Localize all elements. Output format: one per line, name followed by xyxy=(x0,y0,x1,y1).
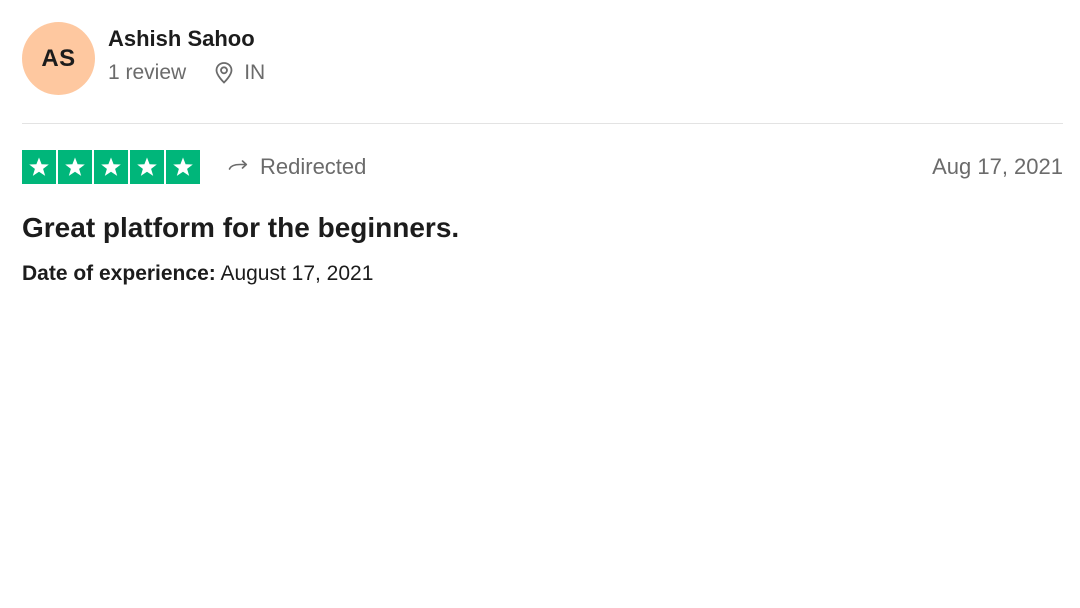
review-title[interactable]: Great platform for the beginners. xyxy=(22,210,459,246)
star-2 xyxy=(58,150,92,184)
star-icon xyxy=(65,157,85,176)
star-icon xyxy=(173,157,193,176)
star-rating xyxy=(22,150,200,184)
review-date: Aug 17, 2021 xyxy=(932,154,1063,179)
experience-label: Date of experience: xyxy=(22,262,216,285)
star-5 xyxy=(166,150,200,184)
star-icon xyxy=(137,157,157,176)
experience-date: August 17, 2021 xyxy=(220,262,374,285)
redirected-text: Redirected xyxy=(260,154,367,179)
reviewer-location: IN xyxy=(213,61,265,85)
rating-row: Redirected Aug 17, 2021 xyxy=(22,150,1063,184)
reviewer-info: Ashish Sahoo 1 review IN xyxy=(108,26,265,85)
redirect-arrow-icon xyxy=(228,160,248,170)
star-4 xyxy=(130,150,164,184)
star-icon xyxy=(101,157,121,176)
location-pin-icon xyxy=(215,62,233,84)
star-3 xyxy=(94,150,128,184)
country-code: IN xyxy=(244,61,266,84)
reviewer-header: AS Ashish Sahoo 1 review IN xyxy=(22,22,265,95)
reviewer-meta: 1 review IN xyxy=(108,61,265,85)
avatar[interactable]: AS xyxy=(22,22,95,95)
star-icon xyxy=(29,157,49,176)
star-1 xyxy=(22,150,56,184)
review-count: 1 review xyxy=(108,61,187,84)
date-of-experience: Date of experience: August 17, 2021 xyxy=(22,261,373,287)
divider xyxy=(22,123,1063,124)
reviewer-name[interactable]: Ashish Sahoo xyxy=(108,26,265,52)
review-card: AS Ashish Sahoo 1 review IN Redirected A… xyxy=(0,0,1080,608)
avatar-initials: AS xyxy=(41,44,76,72)
redirected-label[interactable]: Redirected xyxy=(228,154,366,180)
